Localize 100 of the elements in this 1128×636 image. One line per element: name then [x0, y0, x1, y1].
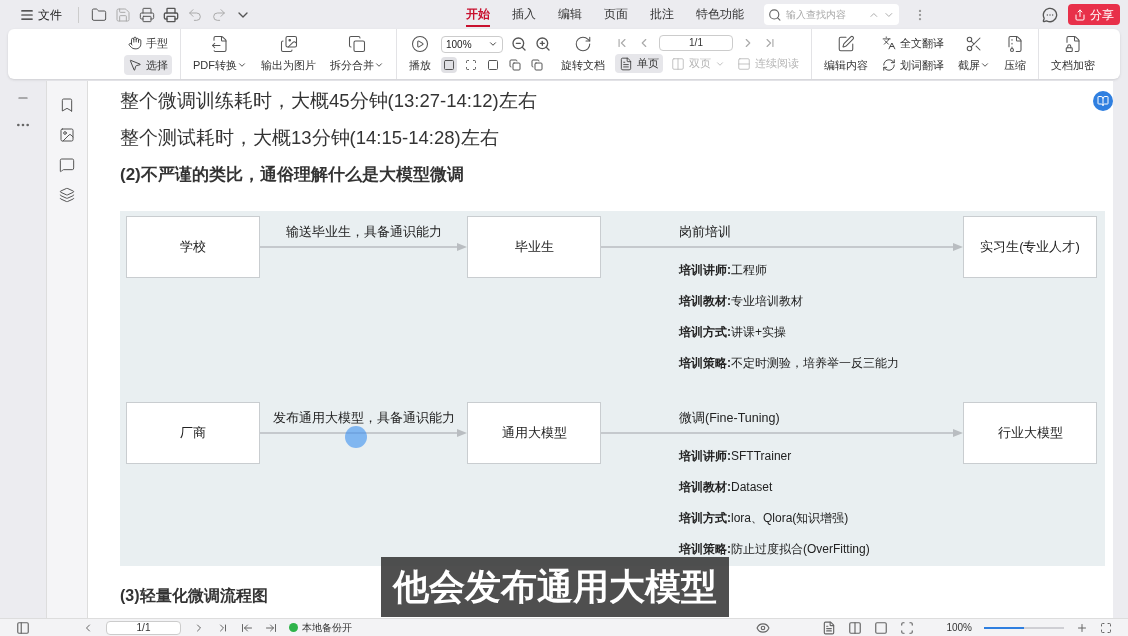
- bookmark-icon[interactable]: [59, 97, 75, 113]
- view-mode-button[interactable]: [441, 56, 457, 73]
- menu-icon: [20, 7, 34, 22]
- diagram-node: 厂商: [126, 402, 260, 464]
- edge-label: 输送毕业生，具备通识能力: [285, 225, 442, 239]
- caret-icon: [237, 60, 247, 70]
- page-field[interactable]: 1/1: [106, 620, 181, 635]
- refresh-icon: [882, 58, 896, 72]
- toolbar-button[interactable]: 划词翻译: [878, 55, 948, 75]
- search-bar[interactable]: 输入查找内容: [764, 4, 899, 25]
- back-icon[interactable]: [241, 621, 253, 634]
- body-text: 整个微调训练耗时，大概45分钟(13:27-14:12)左右: [120, 89, 537, 113]
- actual-size-icon[interactable]: [874, 620, 889, 635]
- toolbar-button[interactable]: 播放: [405, 34, 435, 74]
- image-icon[interactable]: [59, 127, 75, 143]
- comment-icon[interactable]: [59, 157, 75, 173]
- toolbar-button[interactable]: 截屏: [954, 34, 994, 74]
- toolbar-button[interactable]: PDF转换: [189, 34, 251, 74]
- fullscreen-icon[interactable]: [1100, 621, 1112, 634]
- diagram-node: 通用大模型: [467, 402, 601, 464]
- sidebar-toggle-icon[interactable]: [16, 620, 30, 635]
- detail-text: 培训教材:专业培训教材: [679, 292, 803, 310]
- file-export-icon: [211, 34, 229, 53]
- printer-icon[interactable]: [163, 6, 179, 23]
- detail-text: 培训方式:lora、Qlora(知识增强): [679, 509, 849, 527]
- toolbar-button[interactable]: 选择: [124, 55, 172, 75]
- zoom-slider[interactable]: [984, 626, 1064, 629]
- chat-icon[interactable]: [1042, 6, 1058, 23]
- detail-text: 培训讲师:工程师: [679, 261, 767, 279]
- square-icon: [443, 58, 455, 71]
- body-text: 整个测试耗时，大概13分钟(14:15-14:28)左右: [120, 126, 499, 150]
- toolbar-button[interactable]: 编辑内容: [820, 34, 872, 74]
- detail-text: 培训讲师:SFTTrainer: [679, 447, 792, 465]
- hand-icon: [128, 36, 142, 50]
- layers-icon[interactable]: [59, 187, 75, 203]
- zoom-in-icon[interactable]: [535, 36, 551, 52]
- square-icon: [487, 58, 499, 71]
- eye-icon[interactable]: [756, 620, 771, 635]
- toolbar-button[interactable]: 拆分合并: [326, 34, 388, 74]
- copy-icon: [509, 58, 521, 71]
- diagram-node: 学校: [126, 216, 260, 278]
- single-page-icon[interactable]: [822, 620, 837, 635]
- toolbar-button[interactable]: 输出为图片: [257, 34, 320, 74]
- ribbon-tab[interactable]: 特色功能: [696, 2, 744, 27]
- two-page-icon[interactable]: [848, 620, 863, 635]
- printer-icon[interactable]: [139, 6, 155, 23]
- share-button[interactable]: 分享: [1068, 4, 1120, 25]
- view-mode-button[interactable]: [507, 56, 523, 73]
- diagram-node: 实习生(专业人才): [963, 216, 1097, 278]
- toolbar-button[interactable]: 压缩: [1000, 34, 1030, 74]
- columns-icon: [671, 56, 685, 71]
- page-icon: [619, 56, 633, 71]
- pointer-icon: [128, 58, 142, 72]
- backup-status: 本地备份开: [302, 621, 352, 635]
- share-icon: [1074, 8, 1086, 21]
- stage-label: 岗前培训: [679, 225, 731, 239]
- search-icon: [768, 7, 782, 22]
- ribbon-tab[interactable]: 页面: [604, 2, 628, 27]
- toolbar-button[interactable]: 旋转文档: [557, 34, 609, 74]
- caption: 他会发布通用大模型: [381, 557, 729, 617]
- page-view-button[interactable]: 单页: [615, 54, 663, 73]
- edit-box-icon: [837, 34, 855, 53]
- copy-icon: [348, 34, 366, 53]
- toolbar-button[interactable]: 手型: [124, 33, 172, 53]
- zoom-select[interactable]: 100%: [441, 35, 503, 53]
- toolbar-button[interactable]: 文档加密: [1047, 34, 1099, 74]
- toolbar-button[interactable]: 全文翻译: [878, 33, 948, 53]
- cursor-highlight: [345, 426, 367, 448]
- detail-text: 培训教材:Dataset: [679, 478, 773, 496]
- book-icon: [1097, 95, 1109, 107]
- caret-icon: [374, 60, 384, 70]
- fit-page-icon[interactable]: [900, 620, 915, 635]
- ribbon-tab[interactable]: 编辑: [558, 2, 582, 27]
- search-field[interactable]: 输入查找内容: [785, 7, 864, 22]
- folder-icon[interactable]: [91, 6, 107, 23]
- rotate-icon: [574, 34, 592, 53]
- zoom-out-icon[interactable]: [511, 36, 527, 52]
- diagram-node: 行业大模型: [963, 402, 1097, 464]
- caret-icon: [488, 39, 498, 49]
- rows-icon: [737, 56, 751, 71]
- last-page-icon[interactable]: [217, 621, 229, 634]
- ribbon-tab[interactable]: 批注: [650, 2, 674, 27]
- first-page-icon[interactable]: [615, 36, 629, 50]
- scissors-icon: [965, 34, 983, 53]
- file-menu[interactable]: 文件: [20, 5, 62, 24]
- diagram-node: 毕业生: [467, 216, 601, 278]
- section-heading: (2)不严谨的类比，通俗理解什么是大模型微调: [120, 164, 464, 186]
- file-lock-icon: [1064, 34, 1082, 53]
- copy-icon: [531, 58, 543, 71]
- images-icon: [279, 34, 298, 53]
- translate-icon: [882, 36, 896, 50]
- stage-label: 微调(Fine-Tuning): [679, 411, 780, 425]
- view-mode-button[interactable]: [529, 56, 545, 73]
- ribbon-tab[interactable]: 插入: [512, 2, 536, 27]
- forward-icon[interactable]: [265, 621, 277, 634]
- page-field[interactable]: 1/1: [659, 35, 733, 51]
- ribbon-tab[interactable]: 开始: [466, 2, 490, 27]
- edge-label: 发布通用大模型，具备通识能力: [272, 411, 455, 425]
- detail-text: 培训策略:不定时测验，培养举一反三能力: [679, 354, 899, 372]
- zoom-level[interactable]: 100%: [946, 620, 972, 635]
